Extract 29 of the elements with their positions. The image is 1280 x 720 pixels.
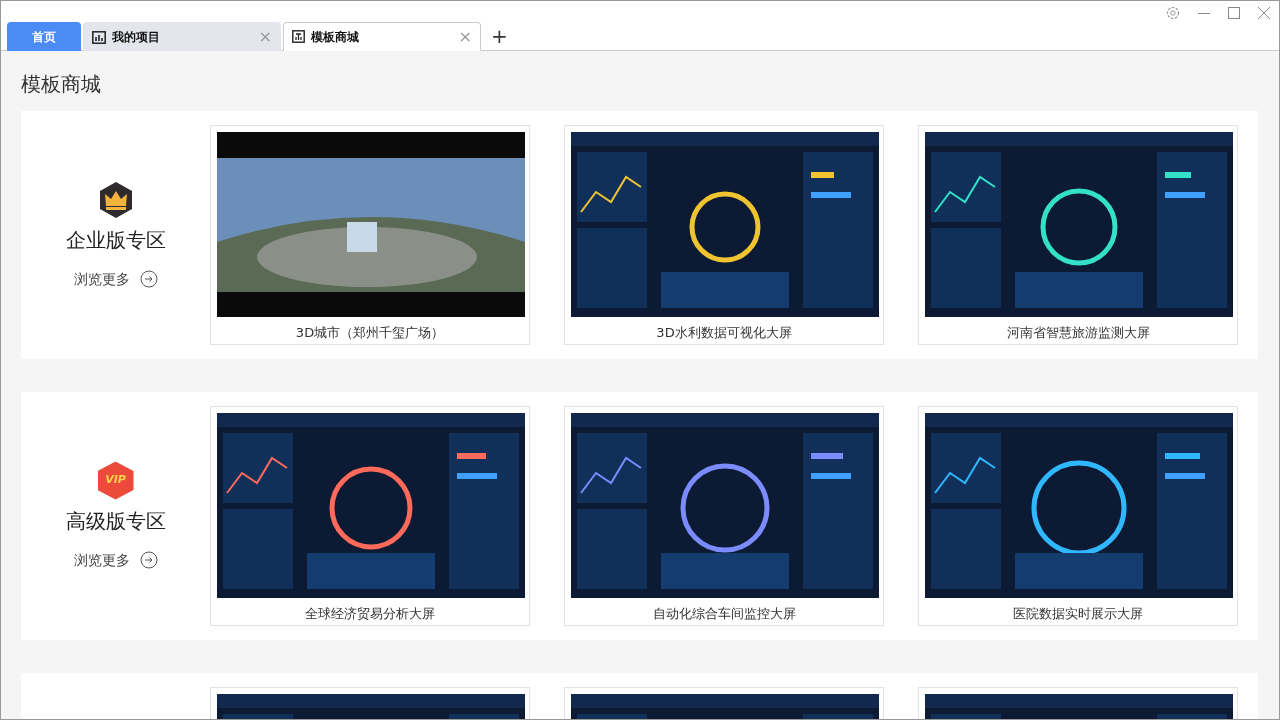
card-caption: 医院数据实时展示大屏 [1012, 605, 1144, 623]
template-card[interactable]: 河南省智慧旅游监测大屏 [918, 125, 1238, 345]
tab[interactable]: 模板商城 × [283, 22, 481, 51]
section-title: 高级版专区 [65, 507, 166, 535]
arrow-circle-icon [139, 551, 158, 569]
close-icon[interactable] [1257, 5, 1271, 21]
template-card[interactable]: 3D城市（郑州千玺广场） [210, 125, 530, 345]
card-caption: 3D城市（郑州千玺广场） [294, 324, 446, 342]
browse-more-link[interactable]: 浏览更多 [73, 268, 158, 290]
browse-more-link[interactable]: 浏览更多 [73, 549, 158, 571]
page-title: 模板商城 [20, 71, 102, 98]
card-caption: 自动化综合车间监控大屏 [651, 605, 797, 623]
template-icon [292, 30, 305, 43]
template-card[interactable]: 医院数据实时展示大屏 [918, 406, 1238, 626]
card-caption: 全球经济贸易分析大屏 [304, 605, 436, 623]
card-caption: 3D水利数据可视化大屏 [655, 324, 793, 342]
arrow-circle-icon [139, 270, 158, 288]
bar-chart-icon [92, 30, 106, 44]
template-card[interactable]: 3D水利数据可视化大屏 [564, 125, 884, 345]
card-caption: 河南省智慧旅游监测大屏 [1005, 324, 1151, 342]
settings-icon[interactable] [1165, 5, 1181, 21]
vip-badge-icon: VIP [97, 461, 134, 500]
template-card[interactable]: 全球经济贸易分析大屏 [210, 406, 530, 626]
tab[interactable]: 我的项目 × [83, 22, 281, 51]
new-tab-button[interactable]: + [483, 22, 516, 51]
crown-badge-icon [97, 180, 134, 219]
maximize-icon[interactable] [1227, 5, 1241, 21]
template-card[interactable]: 自动化综合车间监控大屏 [564, 406, 884, 626]
section-title: 企业版专区 [65, 226, 166, 254]
